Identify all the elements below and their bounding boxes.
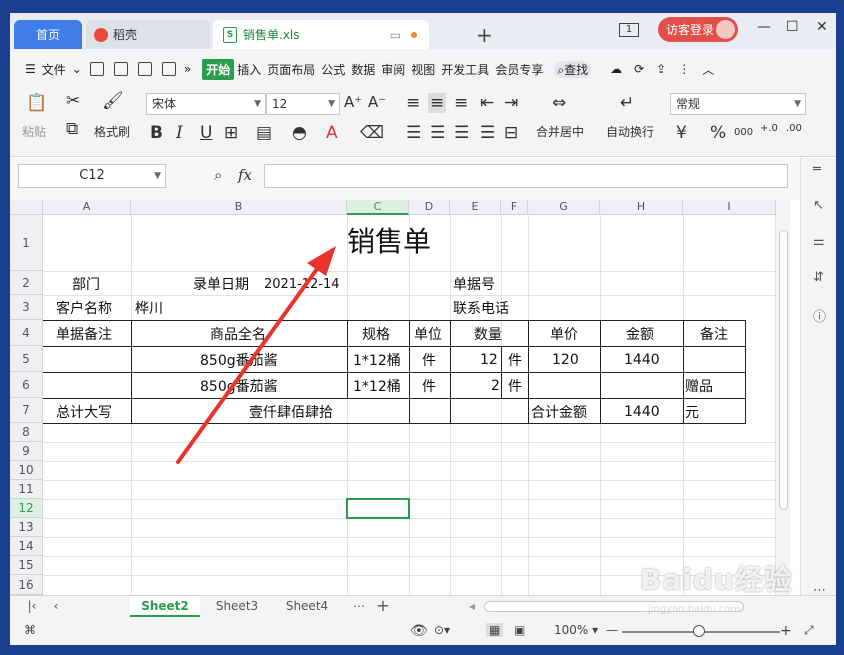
baidu-watermark-url: jingyan.baidu.com: [648, 604, 741, 615]
annotation-arrow: [176, 246, 336, 464]
baidu-watermark: Baidu经验: [640, 563, 793, 596]
